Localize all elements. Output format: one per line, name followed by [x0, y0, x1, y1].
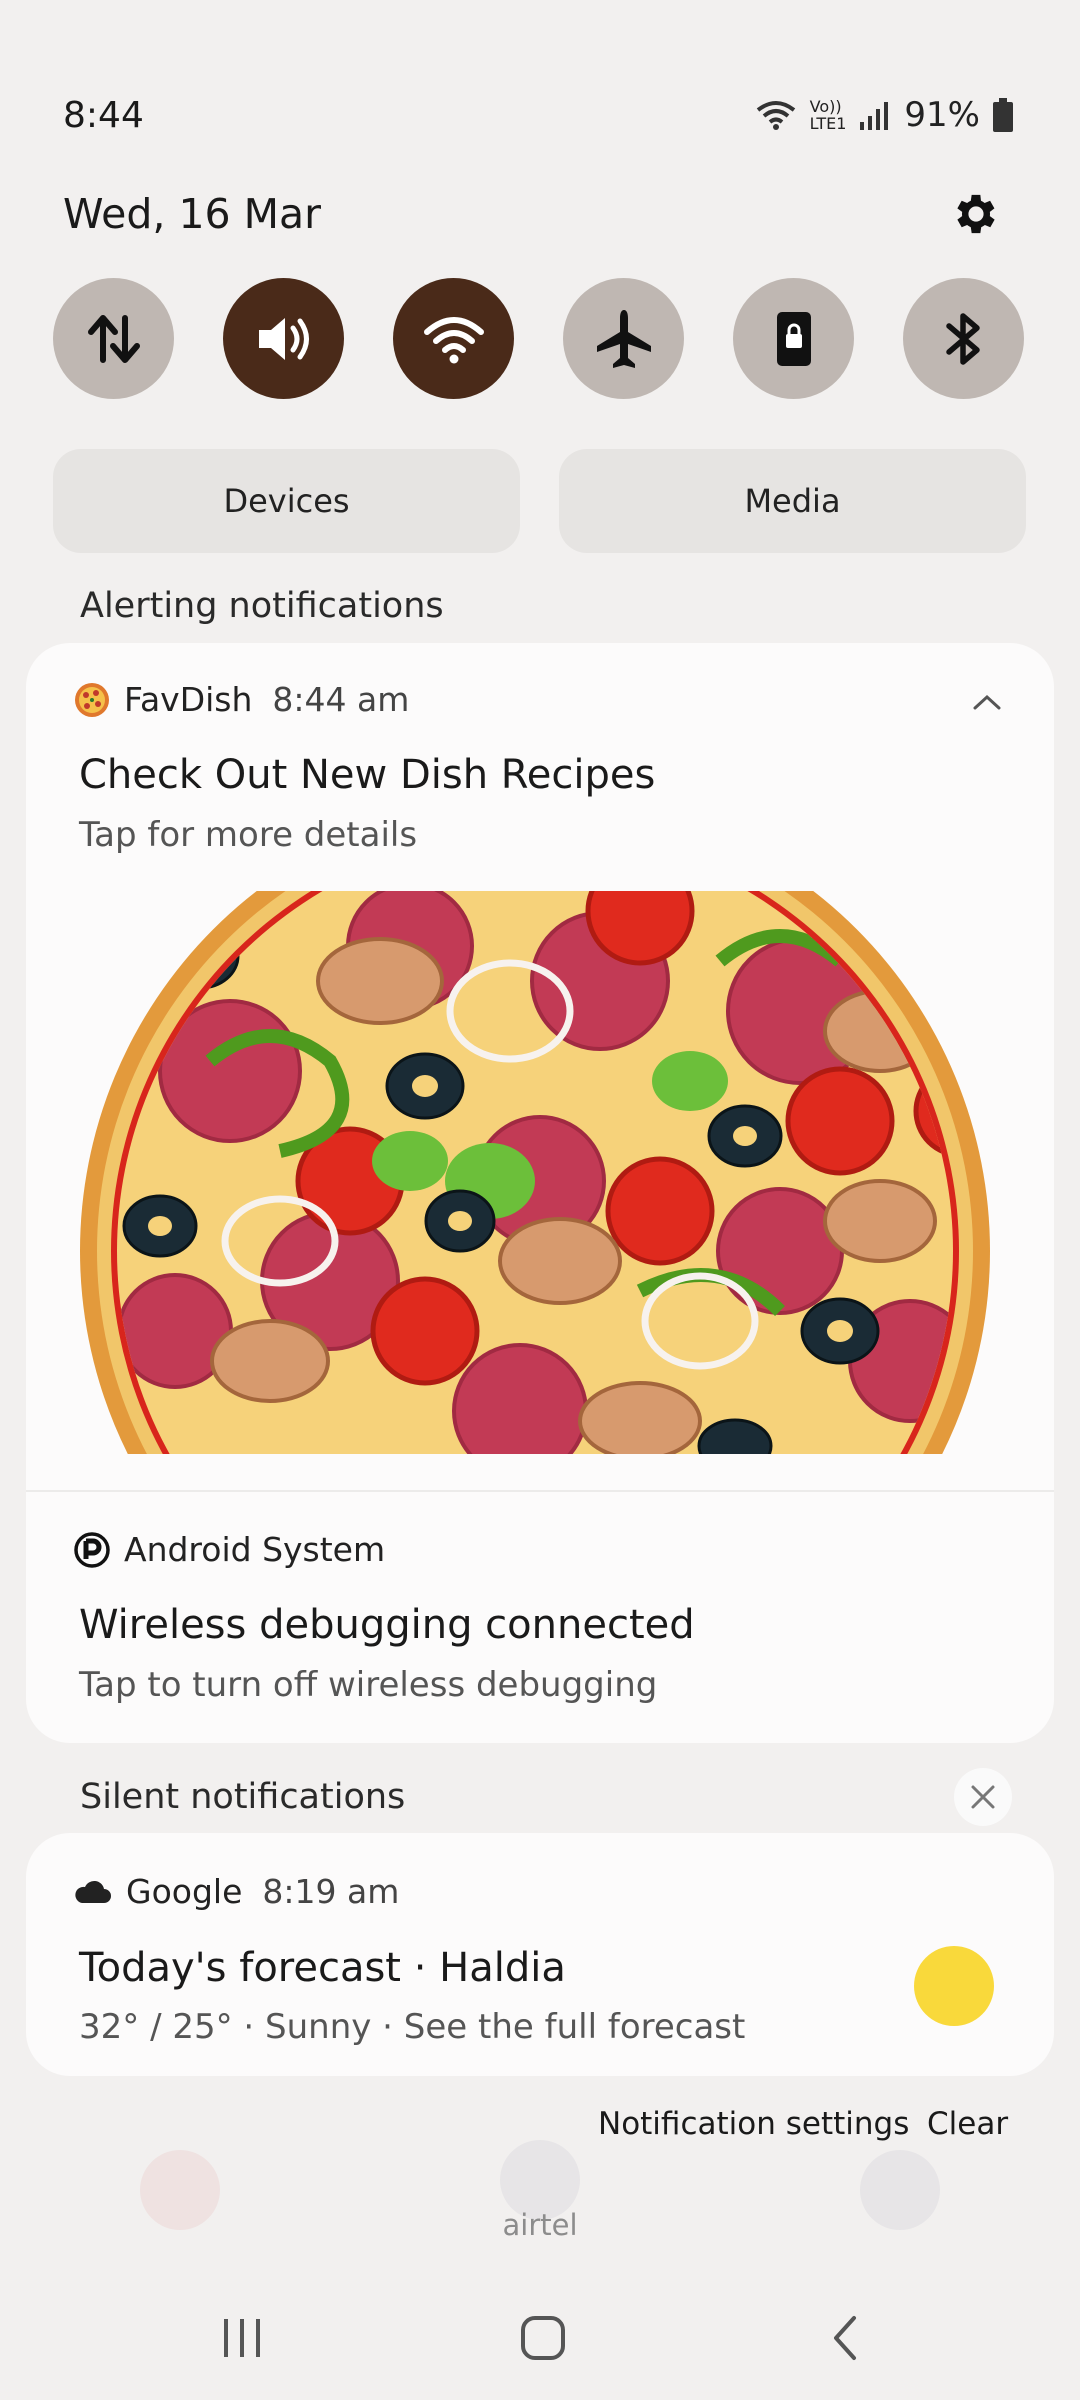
favdish-app-row: FavDish 8:44 am [74, 680, 409, 719]
clear-button[interactable]: Clear [927, 2106, 1008, 2142]
bluetooth-icon [945, 312, 980, 365]
devices-button[interactable]: Devices [53, 449, 520, 553]
pizza-image [80, 891, 1001, 1454]
status-time: 8:44 [63, 95, 144, 136]
battery-percent: 91% [904, 95, 980, 135]
google-app-row: Google 8:19 am [74, 1872, 399, 1911]
favdish-subtitle: Tap for more details [79, 815, 418, 855]
recents-icon [224, 2318, 260, 2357]
quick-tile-bluetooth[interactable] [903, 278, 1024, 399]
quick-tile-mobile-data[interactable] [53, 278, 174, 399]
favdish-app-name: FavDish [124, 680, 253, 719]
cloud-icon [75, 1880, 111, 1903]
close-icon[interactable] [954, 1768, 1012, 1826]
android-system-subtitle: Tap to turn off wireless debugging [79, 1665, 658, 1705]
carrier-label: airtel [502, 2208, 578, 2242]
android-system-app-row: Android System [74, 1530, 385, 1569]
sun-icon [914, 1946, 994, 2026]
gear-icon[interactable] [950, 188, 1002, 240]
android-system-app-name: Android System [124, 1530, 386, 1569]
back-button[interactable] [805, 2310, 885, 2365]
battery-icon [993, 98, 1013, 132]
recent-apps-button[interactable] [202, 2310, 282, 2365]
date-label: Wed, 16 Mar [63, 190, 322, 238]
quick-tile-sound[interactable] [223, 278, 344, 399]
wifi-status-icon [756, 101, 795, 130]
media-button[interactable]: Media [559, 449, 1026, 553]
android-system-icon [74, 1531, 110, 1568]
status-icons: Vo)) LTE1 91% [754, 95, 1014, 135]
airplane-icon [596, 309, 651, 368]
network-type-label: Vo)) LTE1 [809, 97, 847, 133]
google-title: Today's forecast · Haldia [79, 1945, 566, 1991]
quick-tile-wifi[interactable] [393, 278, 514, 399]
google-subtitle: 32° / 25° · Sunny · See the full forecas… [79, 2007, 746, 2047]
google-app-name: Google [126, 1872, 243, 1911]
silent-notifications-label: Silent notifications [80, 1777, 406, 1817]
pizza-icon [75, 682, 109, 717]
favdish-title: Check Out New Dish Recipes [79, 752, 656, 798]
chevron-up-icon[interactable] [965, 684, 1009, 720]
arrows-updown-icon [87, 314, 140, 363]
wifi-icon [423, 316, 484, 363]
quick-tile-rotation-lock[interactable] [733, 278, 854, 399]
back-icon [834, 2315, 856, 2360]
android-system-title: Wireless debugging connected [79, 1602, 695, 1648]
google-time: 8:19 am [262, 1872, 400, 1911]
lock-rotation-icon [776, 311, 811, 366]
speaker-icon [258, 317, 309, 360]
favdish-time: 8:44 am [272, 680, 410, 719]
alerting-notifications-label: Alerting notifications [80, 586, 444, 626]
signal-icon [860, 102, 889, 130]
quick-tile-airplane-mode[interactable] [563, 278, 684, 399]
home-icon [521, 2315, 565, 2360]
notification-settings-button[interactable]: Notification settings [598, 2106, 909, 2142]
home-button[interactable] [503, 2310, 583, 2365]
